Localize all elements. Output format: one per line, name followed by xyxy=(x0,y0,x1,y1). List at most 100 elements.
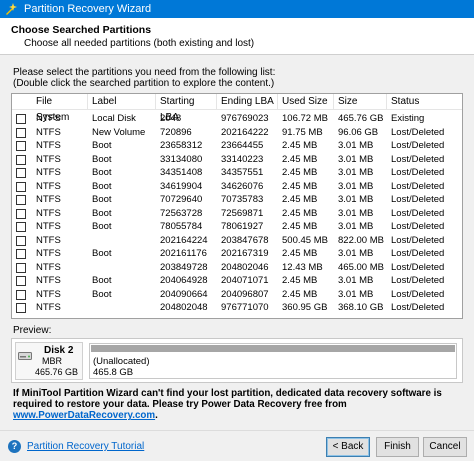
cell-used: 2.45 MB xyxy=(282,275,318,286)
cell-label: Boot xyxy=(92,248,112,259)
cell-start: 203849728 xyxy=(160,261,208,273)
partition-row[interactable]: NTFS Boot 72563728 72569871 2.45 MB 3.01 MB Lo… xyxy=(12,207,462,221)
header-status[interactable]: Status xyxy=(387,94,462,110)
partition-row[interactable]: NTFS Boot 23658312 23664455 2.45 MB 3.01 MB Lo… xyxy=(12,139,462,153)
header-file-system[interactable]: File System xyxy=(32,94,88,123)
cell-status: Lost/Deleted xyxy=(391,221,445,232)
cell-size: 3.01 MB xyxy=(338,140,374,151)
partition-row[interactable]: NTFS Boot 70729640 70735783 2.45 MB 3.01 MB Lo… xyxy=(12,193,462,207)
cell-status: Lost/Deleted xyxy=(391,234,445,246)
partition-row[interactable]: NTFS Boot 204090664 204096807 2.45 MB 3.01 MB… xyxy=(12,288,462,302)
cell-status: Lost/Deleted xyxy=(391,140,445,151)
cell-used: 2.45 MB xyxy=(282,288,318,300)
cell-end: 204096807 xyxy=(221,288,269,300)
partition-row[interactable]: NTFS Boot 78055784 78061927 2.45 MB 3.01 MB Lo… xyxy=(12,220,462,234)
cell-status: Lost/Deleted xyxy=(391,207,445,219)
cell-status: Lost/Deleted xyxy=(391,288,445,300)
header-used-size[interactable]: Used Size xyxy=(278,94,334,110)
cell-start: 204064928 xyxy=(160,275,208,286)
partition-checkbox[interactable] xyxy=(16,195,26,205)
partition-label: (Unallocated) 465.8 GB xyxy=(93,356,150,378)
partition-row[interactable]: NTFS 204802048 976771070 360.95 GB 368.10 GB… xyxy=(12,301,462,315)
cell-fs: NTFS xyxy=(36,248,61,259)
cell-fs: NTFS xyxy=(36,126,61,138)
partition-size: 465.8 GB xyxy=(93,367,134,378)
partition-row[interactable]: NTFS New Volume 720896 202164222 91.75 MB 96.… xyxy=(12,126,462,140)
header-size[interactable]: Size xyxy=(334,94,387,110)
partition-row[interactable]: NTFS Boot 34619904 34626076 2.45 MB 3.01 MB Lo… xyxy=(12,180,462,194)
partition-row[interactable]: NTFS Boot 204064928 204071071 2.45 MB 3.01 MB… xyxy=(12,274,462,288)
help-icon[interactable]: ? xyxy=(8,440,21,453)
tutorial-link[interactable]: Partition Recovery Tutorial xyxy=(27,441,144,452)
finish-button[interactable]: Finish xyxy=(376,437,419,457)
partition-name: (Unallocated) xyxy=(93,356,150,367)
disk-name: Disk 2 xyxy=(44,345,74,356)
cell-end: 34357551 xyxy=(221,167,264,178)
cancel-button[interactable]: Cancel xyxy=(423,437,467,457)
cell-start: 34351408 xyxy=(160,167,203,178)
cell-used: 2.45 MB xyxy=(282,207,318,219)
cell-used: 12.43 MB xyxy=(282,261,323,273)
cell-label: Boot xyxy=(92,140,112,151)
partition-row[interactable]: NTFS Boot 34351408 34357551 2.45 MB 3.01 MB Lo… xyxy=(12,166,462,180)
partition-row[interactable]: NTFS 203849728 204802046 12.43 MB 465.00 MB L… xyxy=(12,261,462,275)
cell-status: Lost/Deleted xyxy=(391,153,445,165)
partition-row[interactable]: NTFS Local Disk 2048 976769023 106.72 MB 465.… xyxy=(12,112,462,126)
notice-text: If MiniTool Partition Wizard can't find … xyxy=(13,388,442,411)
partition-row[interactable]: NTFS Boot 33134080 33140223 2.45 MB 3.01 MB Lo… xyxy=(12,153,462,167)
disk-card[interactable]: Disk 2 MBR 465.76 GB xyxy=(15,342,83,380)
cell-start: 33134080 xyxy=(160,153,203,165)
cell-fs: NTFS xyxy=(36,207,61,219)
partition-checkbox[interactable] xyxy=(16,181,26,192)
wizard-header: Choose Searched Partitions Choose all ne… xyxy=(0,18,474,55)
cell-size: 3.01 MB xyxy=(338,288,374,300)
cell-start: 202161176 xyxy=(160,248,207,259)
cell-fs: NTFS xyxy=(36,288,61,300)
cell-size: 3.01 MB xyxy=(338,275,374,286)
partition-checkbox[interactable] xyxy=(16,168,26,178)
partition-checkbox[interactable] xyxy=(16,249,26,259)
cell-fs: NTFS xyxy=(36,153,61,165)
partition-checkbox[interactable] xyxy=(16,208,26,219)
hard-disk-icon xyxy=(18,352,32,360)
header-label[interactable]: Label xyxy=(88,94,156,110)
partition-checkbox[interactable] xyxy=(16,262,26,273)
power-data-recovery-link[interactable]: www.PowerDataRecovery.com xyxy=(13,410,155,421)
cell-status: Lost/Deleted xyxy=(391,261,445,273)
cell-status: Lost/Deleted xyxy=(391,275,445,286)
cell-end: 202167319 xyxy=(221,248,269,259)
partition-checkbox[interactable] xyxy=(16,289,26,300)
cell-end: 33140223 xyxy=(221,153,264,165)
disk-preview: Disk 2 MBR 465.76 GB (Unallocated) 465.8… xyxy=(11,338,463,383)
cell-fs: NTFS xyxy=(36,113,61,124)
partition-list[interactable]: File System Label Starting LBA Ending LBA Us… xyxy=(11,93,463,319)
cell-label: Boot xyxy=(92,153,112,165)
cell-used: 106.72 MB xyxy=(282,113,328,124)
partition-checkbox[interactable] xyxy=(16,276,26,286)
partition-checkbox[interactable] xyxy=(16,114,26,124)
partition-row[interactable]: NTFS 202164224 203847678 500.45 MB 822.00 MB… xyxy=(12,234,462,248)
back-button[interactable]: < Back xyxy=(326,437,370,457)
cell-size: 3.01 MB xyxy=(338,221,374,232)
list-header: File System Label Starting LBA Ending LBA Us… xyxy=(12,94,462,123)
header-ending-lba[interactable]: Ending LBA xyxy=(217,94,278,110)
cell-size: 3.01 MB xyxy=(338,167,374,178)
partition-checkbox[interactable] xyxy=(16,303,26,313)
header-starting-lba[interactable]: Starting LBA xyxy=(156,94,217,123)
cell-start: 72563728 xyxy=(160,207,203,219)
partition-row[interactable]: NTFS Boot 202161176 202167319 2.45 MB 3.01 MB… xyxy=(12,247,462,261)
cell-label: Boot xyxy=(92,275,112,286)
unallocated-partition-block[interactable]: (Unallocated) 465.8 GB xyxy=(89,343,457,379)
partition-checkbox[interactable] xyxy=(16,222,26,232)
cell-fs: NTFS xyxy=(36,194,61,205)
cell-end: 204802046 xyxy=(221,261,269,273)
partition-checkbox[interactable] xyxy=(16,235,26,246)
cell-size: 96.06 GB xyxy=(338,126,379,138)
cell-start: 78055784 xyxy=(160,221,203,232)
cell-used: 2.45 MB xyxy=(282,153,318,165)
partition-checkbox[interactable] xyxy=(16,127,26,138)
partition-checkbox[interactable] xyxy=(16,141,26,151)
partition-checkbox[interactable] xyxy=(16,154,26,165)
disk-type: MBR xyxy=(42,356,62,366)
cell-fs: NTFS xyxy=(36,275,61,286)
